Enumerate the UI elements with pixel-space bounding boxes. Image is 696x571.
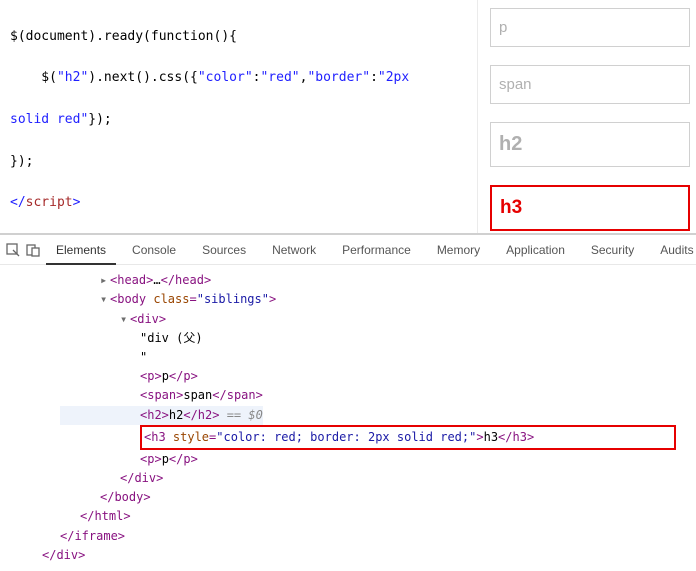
- code-string: "red": [260, 70, 299, 85]
- dom-text[interactable]: "div (父): [140, 331, 203, 345]
- code-string: "border": [307, 70, 370, 85]
- preview-h3: h3: [490, 185, 690, 231]
- code-text: $(document).ready(function(){: [10, 29, 237, 44]
- preview-span: span: [490, 65, 690, 104]
- tab-performance[interactable]: Performance: [332, 235, 421, 265]
- dom-body[interactable]: <body: [110, 292, 153, 306]
- tab-application[interactable]: Application: [496, 235, 575, 265]
- dom-body-close[interactable]: </body>: [100, 490, 151, 504]
- code-string: "2px: [378, 70, 417, 85]
- dom-tree[interactable]: ▸<head>…</head> ▾<body class="siblings">…: [0, 265, 696, 571]
- code-tag: </: [10, 195, 26, 210]
- preview-h2: h2: [490, 122, 690, 167]
- dom-text[interactable]: ": [140, 350, 147, 364]
- tab-audits[interactable]: Audits: [650, 235, 696, 265]
- code-text: :: [370, 70, 378, 85]
- inspect-icon[interactable]: [6, 242, 20, 258]
- code-text: });: [88, 112, 111, 127]
- code-tag: >: [73, 195, 81, 210]
- code-string: solid red": [10, 112, 88, 127]
- dom-html-close[interactable]: </html>: [80, 509, 131, 523]
- device-toggle-icon[interactable]: [26, 242, 40, 258]
- tab-security[interactable]: Security: [581, 235, 644, 265]
- tab-memory[interactable]: Memory: [427, 235, 490, 265]
- dom-outer-div-close[interactable]: </div>: [42, 548, 85, 562]
- dom-h3-highlighted[interactable]: <h3 style="color: red; border: 2px solid…: [140, 425, 676, 450]
- devtools-tabbar: Elements Console Sources Network Perform…: [0, 235, 696, 265]
- dom-head[interactable]: <head>: [110, 273, 153, 287]
- tab-elements[interactable]: Elements: [46, 235, 116, 265]
- tab-console[interactable]: Console: [122, 235, 186, 265]
- code-text: ).next().css({: [88, 70, 198, 85]
- dom-p2[interactable]: <p>: [140, 452, 162, 466]
- source-code-pane: $(document).ready(function(){ $("h2").ne…: [0, 0, 478, 233]
- dom-p[interactable]: <p>: [140, 369, 162, 383]
- code-string: "color": [198, 70, 253, 85]
- code-string: "h2": [57, 70, 88, 85]
- dom-span[interactable]: <span>: [140, 388, 183, 402]
- dom-iframe-close[interactable]: </iframe>: [60, 529, 125, 543]
- preview-pane: p span h2 h3 p: [478, 0, 696, 233]
- preview-p: p: [490, 8, 690, 47]
- dom-h2-selected[interactable]: <h2>h2</h2> == $0: [60, 406, 263, 425]
- code-tag: script: [26, 195, 73, 210]
- code-text: $(: [10, 70, 57, 85]
- tab-network[interactable]: Network: [262, 235, 326, 265]
- dom-div-close[interactable]: </div>: [120, 471, 163, 485]
- dom-div[interactable]: <div>: [130, 312, 166, 326]
- tab-sources[interactable]: Sources: [192, 235, 256, 265]
- devtools-panel: Elements Console Sources Network Perform…: [0, 233, 696, 571]
- code-text: });: [10, 154, 33, 169]
